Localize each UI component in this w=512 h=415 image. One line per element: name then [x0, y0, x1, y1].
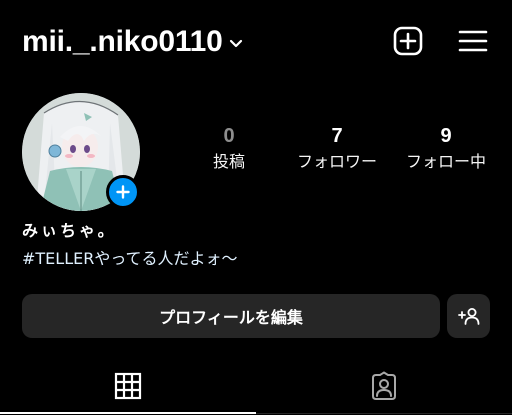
add-story-button[interactable] [106, 175, 140, 209]
chevron-down-icon [229, 39, 242, 48]
add-square-icon [393, 26, 423, 56]
following-stat[interactable]: 9 フォロー中 [386, 124, 506, 173]
posts-count: 0 [223, 125, 235, 147]
tab-tagged[interactable] [256, 360, 512, 412]
discover-people-button[interactable] [447, 294, 490, 338]
profile-header: mii._.niko0110 [0, 0, 512, 86]
tab-posts-grid[interactable] [0, 360, 256, 412]
bio-text[interactable]: #TELLERやってる人だよォ〜 [22, 248, 238, 270]
followers-stat[interactable]: 7 フォロワー [277, 124, 397, 173]
active-tab-indicator [0, 412, 256, 414]
followers-label: フォロワー [296, 152, 377, 171]
following-count: 9 [440, 125, 452, 147]
posts-stat: 0 投稿 [169, 124, 289, 173]
create-post-button[interactable] [391, 24, 425, 58]
hamburger-menu-icon [458, 30, 488, 52]
edit-profile-button[interactable]: プロフィールを編集 [22, 294, 440, 338]
grid-icon [114, 372, 142, 400]
menu-button[interactable] [456, 24, 490, 58]
followers-count: 7 [331, 125, 343, 147]
following-label: フォロー中 [405, 152, 486, 171]
plus-icon [116, 185, 130, 199]
posts-label: 投稿 [212, 152, 245, 171]
tagged-person-icon [372, 371, 396, 400]
tab-divider [256, 413, 512, 414]
account-switcher[interactable]: mii._.niko0110 [22, 22, 243, 62]
add-person-icon [457, 308, 479, 325]
username: mii._.niko0110 [22, 25, 223, 58]
display-name: みぃちゃ。 [22, 221, 117, 240]
